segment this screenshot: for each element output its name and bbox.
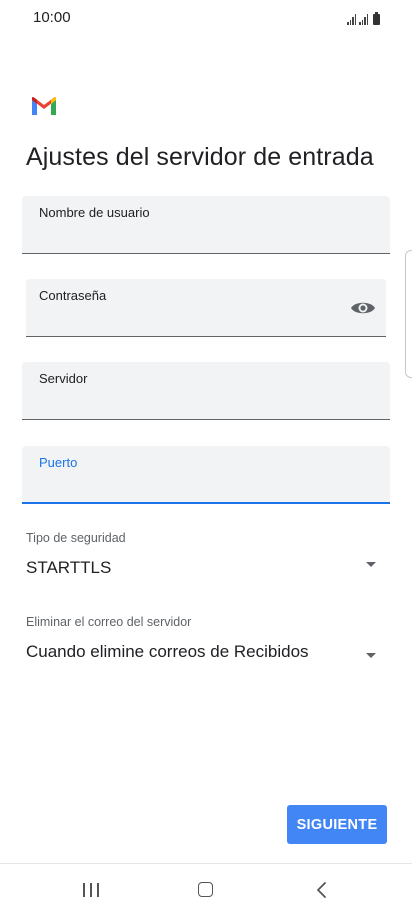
eye-icon[interactable] [350,299,376,317]
next-button[interactable]: SIGUIENTE [287,805,387,844]
delete-mail-value: Cuando elimine correos de Recibidos [26,642,309,661]
screen: 10:00 Ajustes del servidor de entrada No… [0,0,412,915]
signal-icon-2 [359,13,368,25]
delete-mail-select[interactable]: Eliminar el correo del servidor Cuando e… [26,615,386,662]
delete-mail-label: Eliminar el correo del servidor [26,615,192,629]
status-time: 10:00 [33,9,71,26]
password-field[interactable]: Contraseña [26,279,386,337]
status-icons [347,11,380,25]
nav-bar [0,864,412,915]
security-type-label: Tipo de seguridad [26,531,126,545]
chevron-down-icon[interactable] [366,653,376,658]
username-field[interactable]: Nombre de usuario [22,196,390,254]
recents-icon[interactable] [83,883,99,897]
security-type-select[interactable]: Tipo de seguridad STARTTLS [26,531,386,578]
scroll-edge-handle[interactable] [405,250,412,378]
server-field[interactable]: Servidor [22,362,390,420]
page-title: Ajustes del servidor de entrada [26,143,374,171]
username-label: Nombre de usuario [39,205,150,220]
server-label: Servidor [39,371,88,386]
password-label: Contraseña [39,288,107,303]
battery-icon [373,12,380,25]
back-icon[interactable] [316,882,328,898]
home-icon[interactable] [198,882,213,897]
signal-icon [347,13,356,25]
port-label: Puerto [39,455,78,470]
gmail-logo-icon [32,97,56,115]
status-bar: 10:00 [0,0,412,36]
port-field[interactable]: Puerto [22,446,390,504]
chevron-down-icon[interactable] [366,562,376,567]
security-type-value: STARTTLS [26,558,112,577]
